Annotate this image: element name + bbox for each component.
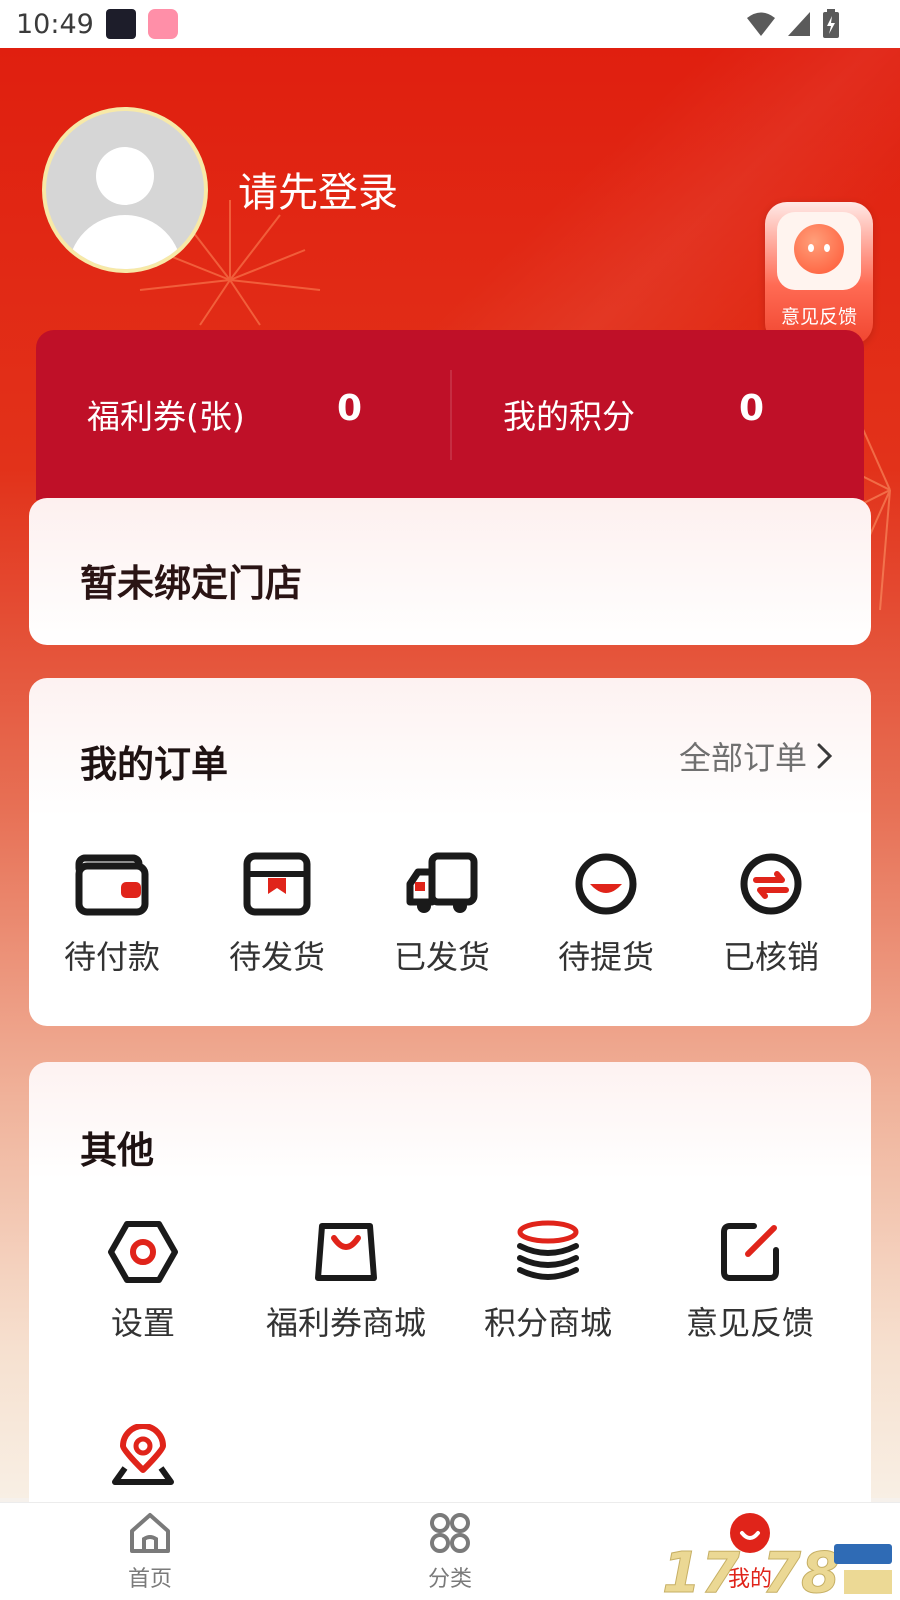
- edit-icon: [721, 1223, 779, 1281]
- site-watermark-logo: 17 78: [662, 1541, 892, 1598]
- tab-home[interactable]: 首页: [90, 1511, 210, 1593]
- order-pending-payment[interactable]: 待付款: [42, 850, 182, 978]
- wallet-icon: [75, 854, 149, 916]
- order-item-label: 待发货: [228, 938, 325, 976]
- order-item-label: 待提货: [557, 938, 654, 976]
- order-shipped[interactable]: 已发货: [372, 850, 512, 978]
- order-pending-shipment[interactable]: 待发货: [207, 850, 347, 978]
- all-orders-label: 全部订单: [678, 739, 807, 777]
- order-item-label: 已核销: [722, 938, 819, 976]
- coupons-value[interactable]: 0: [337, 388, 362, 429]
- location-entry[interactable]: [43, 1424, 243, 1502]
- tab-category[interactable]: 分类: [390, 1511, 510, 1593]
- truck-icon: [406, 852, 478, 913]
- settings-entry[interactable]: 设置: [43, 1220, 243, 1344]
- chevron-right-icon: [817, 743, 833, 769]
- home-icon: [130, 1513, 170, 1553]
- other-item-label: 福利券商城: [265, 1304, 426, 1342]
- verified-icon: [740, 853, 802, 915]
- order-verified[interactable]: 已核销: [701, 850, 841, 978]
- floating-feedback-button[interactable]: 意见反馈: [765, 202, 873, 345]
- customer-service-icon: [777, 212, 861, 290]
- svg-text:78: 78: [762, 1541, 840, 1598]
- other-services-card: 其他 设置 福利券商城 积分商城 意见反馈: [29, 1062, 871, 1532]
- all-orders-link[interactable]: 全部订单: [679, 733, 835, 779]
- tab-label: 首页: [127, 1567, 172, 1592]
- login-prompt[interactable]: 请先登录: [238, 160, 398, 218]
- store-binding-card[interactable]: 暂未绑定门店: [29, 498, 871, 645]
- shopping-bag-icon: [315, 1223, 377, 1281]
- pickup-icon: [575, 853, 637, 915]
- points-mall-entry[interactable]: 积分商城: [448, 1220, 648, 1344]
- notification-app-icon: [105, 9, 136, 39]
- avatar[interactable]: [42, 107, 208, 273]
- signal-icon: [788, 12, 810, 36]
- tab-label: 分类: [427, 1567, 472, 1592]
- order-pending-pickup[interactable]: 待提货: [536, 850, 676, 978]
- location-icon: [112, 1424, 174, 1485]
- feedback-entry[interactable]: 意见反馈: [650, 1220, 850, 1344]
- my-orders-card: 我的订单 全部订单 待付款 待发货 已发货 待提货 已核销: [29, 678, 871, 1026]
- coupon-mall-entry[interactable]: 福利券商城: [246, 1220, 446, 1344]
- status-bar: 10:49: [0, 0, 900, 48]
- store-binding-text: 暂未绑定门店: [80, 562, 302, 605]
- stats-panel: 福利券(张) 0 我的积分 0: [36, 330, 864, 500]
- coins-icon: [517, 1220, 579, 1280]
- floating-feedback-label: 意见反馈: [780, 306, 857, 328]
- other-item-label: 设置: [110, 1304, 175, 1342]
- default-avatar-icon: [46, 111, 204, 269]
- points-value[interactable]: 0: [739, 388, 764, 429]
- coupons-label[interactable]: 福利券(张): [87, 390, 245, 438]
- category-icon: [430, 1513, 470, 1553]
- stats-divider: [450, 370, 452, 460]
- wifi-icon: [747, 12, 775, 36]
- orders-title: 我的订单: [80, 743, 228, 786]
- notification-app-icon: [147, 9, 178, 39]
- svg-text:17: 17: [662, 1541, 740, 1598]
- other-title: 其他: [80, 1129, 154, 1172]
- package-icon: [243, 852, 311, 916]
- points-label[interactable]: 我的积分: [503, 390, 635, 438]
- status-time: 10:49: [16, 8, 94, 40]
- settings-icon: [108, 1221, 178, 1283]
- other-item-label: 积分商城: [483, 1304, 612, 1342]
- battery-icon: [823, 9, 839, 38]
- order-item-label: 已发货: [393, 938, 490, 976]
- status-indicators: [746, 9, 840, 39]
- other-item-label: 意见反馈: [685, 1304, 814, 1342]
- order-item-label: 待付款: [63, 938, 160, 976]
